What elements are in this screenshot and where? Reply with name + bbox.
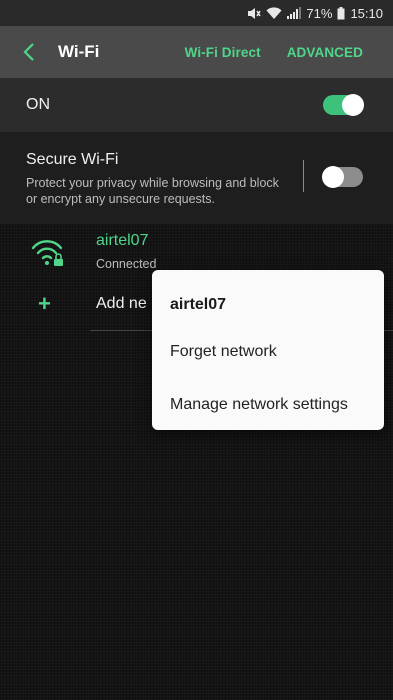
wifi-lock-icon [31, 240, 63, 266]
status-time: 15:10 [350, 5, 383, 21]
cell-signal-icon [287, 7, 302, 19]
secure-wifi-description: Protect your privacy while browsing and … [26, 176, 279, 206]
network-name: airtel07 [96, 232, 149, 249]
network-status: Connected [96, 257, 157, 271]
add-network-label: Add ne [96, 295, 147, 312]
back-button[interactable] [0, 26, 58, 78]
wifi-toggle[interactable] [323, 94, 364, 116]
wifi-direct-button[interactable]: Wi-Fi Direct [185, 45, 261, 60]
page-title: Wi-Fi [58, 42, 100, 61]
menu-item-label: Forget network [170, 343, 277, 360]
status-bar: 71% 15:10 [0, 0, 393, 26]
network-context-menu: airtel07 Forget network Manage network s… [152, 270, 384, 430]
chevron-left-icon [23, 43, 34, 61]
manage-network-settings-menu-item[interactable]: Manage network settings [152, 384, 384, 426]
plus-icon: + [38, 291, 51, 316]
menu-item-label: Manage network settings [170, 396, 348, 413]
mute-icon [248, 7, 262, 19]
wifi-signal-icon [266, 6, 282, 19]
battery-percent: 71% [306, 5, 333, 21]
vertical-divider [303, 160, 304, 192]
secure-wifi-title: Secure Wi-Fi [26, 151, 119, 168]
app-bar-actions: Wi-Fi Direct ADVANCED [185, 45, 393, 60]
battery-icon [337, 6, 345, 19]
secure-wifi-toggle[interactable] [322, 166, 363, 188]
advanced-button[interactable]: ADVANCED [287, 45, 363, 60]
secure-wifi-row[interactable]: Secure Wi-Fi Protect your privacy while … [0, 132, 393, 224]
forget-network-menu-item[interactable]: Forget network [152, 331, 384, 373]
toggle-knob [322, 166, 344, 188]
wifi-master-switch-row[interactable]: ON [0, 78, 393, 132]
app-bar: Wi-Fi Wi-Fi Direct ADVANCED [0, 26, 393, 78]
master-switch-label: ON [26, 96, 50, 113]
context-menu-title: airtel07 [170, 296, 227, 313]
toggle-knob [342, 94, 364, 116]
